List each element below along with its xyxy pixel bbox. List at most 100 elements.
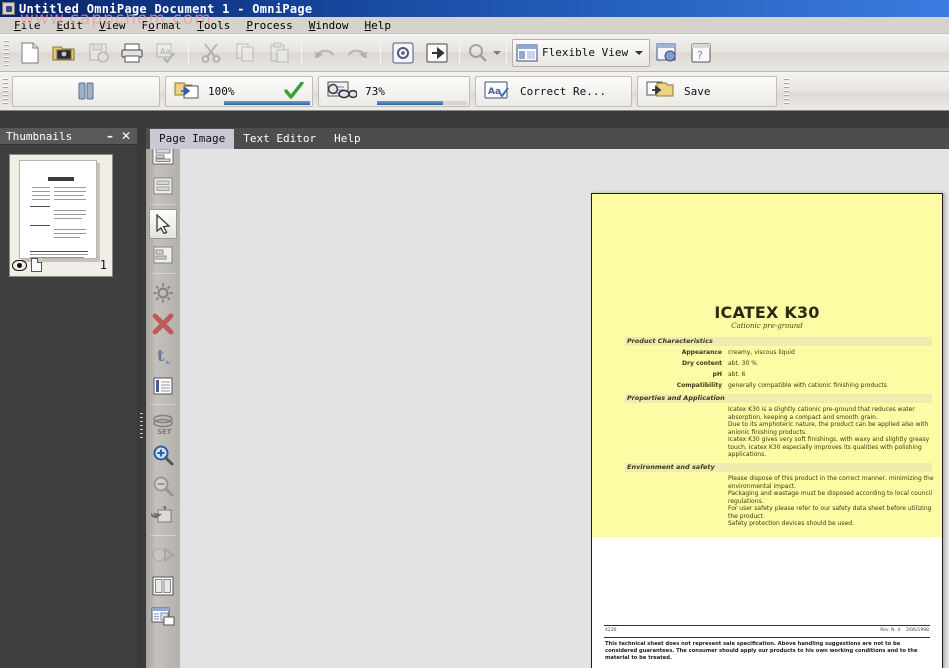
split-view-button[interactable]	[149, 571, 177, 601]
image-tools-toolbar: t SET	[146, 128, 180, 668]
settings-button[interactable]	[386, 38, 420, 68]
zoom-magnifier-icon	[468, 43, 488, 63]
undo-button[interactable]	[307, 38, 341, 68]
thumbnail-list-item[interactable]: 1	[9, 154, 113, 277]
zoom-in-button[interactable]	[149, 440, 177, 470]
menu-item-edit[interactable]: Edit	[49, 17, 92, 34]
menu-item-view[interactable]: View	[91, 17, 134, 34]
delete-zone-button[interactable]	[149, 309, 177, 339]
workflow-step-correct-results[interactable]: Aa Correct Re...	[475, 76, 632, 107]
proofread-icon: Aa	[155, 42, 177, 63]
thumbnails-minimize-button[interactable]: –	[102, 129, 118, 143]
footer-top-rule	[604, 625, 930, 626]
thumbnail-page-preview[interactable]	[19, 160, 97, 259]
menu-item-format[interactable]: Format	[134, 17, 190, 34]
view-tabs: Page Image Text Editor Help	[146, 128, 949, 149]
workspace: Thumbnails – ✕	[0, 128, 949, 668]
menu-item-process[interactable]: Process	[238, 17, 300, 34]
select-pointer-button[interactable]	[149, 209, 177, 239]
thumbnails-close-button[interactable]: ✕	[118, 129, 134, 143]
reorder-zone-button[interactable]: t	[149, 340, 177, 370]
new-document-button[interactable]	[13, 38, 47, 68]
tab-text-editor[interactable]: Text Editor	[234, 129, 325, 149]
zone-settings-gear-icon	[152, 282, 174, 304]
menu-item-file[interactable]: File	[6, 17, 49, 34]
application-window: Untitled OmniPage Document 1 - OmniPage …	[0, 0, 949, 668]
open-document-button[interactable]	[47, 38, 81, 68]
workflow-step-load-files[interactable]: 100%	[165, 76, 313, 107]
property-value-compatibility: generally compatible with cationic finis…	[728, 382, 936, 389]
thumbnail-page-number: 1	[100, 258, 109, 272]
paragraph-safety-3: For user safety please refer to our safe…	[728, 505, 934, 520]
new-document-icon	[20, 42, 40, 64]
footer-revision: Rev. N. 4	[880, 628, 900, 633]
paste-button[interactable]	[262, 38, 296, 68]
property-label-dry-content: Dry content	[625, 360, 722, 367]
save-document-button[interactable]	[81, 38, 115, 68]
section-heading-product-characteristics: Product Characteristics	[625, 337, 932, 346]
panel-splitter[interactable]	[137, 128, 146, 668]
tab-help[interactable]: Help	[325, 129, 370, 149]
flexible-view-label: Flexible View	[542, 46, 628, 59]
workflow-step-perform-ocr[interactable]: 73%	[318, 76, 470, 107]
thumbnails-title: Thumbnails	[6, 130, 102, 143]
zone-settings-button[interactable]	[149, 278, 177, 308]
section-heading-environment-and-safety: Environment and safety	[625, 463, 932, 472]
print-icon	[120, 43, 144, 63]
copy-button[interactable]	[228, 38, 262, 68]
zoom-dropdown-arrow-icon[interactable]	[493, 51, 501, 55]
draw-zone-button[interactable]	[149, 240, 177, 270]
load-files-icon	[174, 80, 200, 102]
zoom-tool-button[interactable]	[465, 38, 491, 68]
paragraph-safety-1: Please dispose of this product in the co…	[728, 475, 934, 490]
toolbar-grip[interactable]	[4, 40, 9, 66]
menu-bar: File Edit View Format Tools Process Wind…	[0, 17, 949, 34]
menu-item-help[interactable]: Help	[357, 17, 400, 34]
open-folder-icon	[52, 43, 76, 63]
property-value-dry-content: abt. 30 %	[728, 360, 936, 367]
zoom-out-button[interactable]	[149, 471, 177, 501]
flexible-view-button[interactable]: Flexible View	[512, 39, 650, 67]
omnipage-app-icon[interactable]	[2, 2, 15, 15]
zone-layout-icon	[152, 176, 174, 196]
thumbnail-view-button[interactable]	[149, 602, 177, 632]
paragraph-safety-2: Packaging and wastage must be disposed a…	[728, 490, 934, 505]
workflow-end-grip[interactable]	[784, 78, 789, 104]
eye-visible-icon[interactable]	[12, 260, 27, 271]
layout-panels-icon	[516, 44, 538, 62]
menu-item-tools[interactable]: Tools	[189, 17, 238, 34]
workflow-pause-panel[interactable]	[12, 76, 160, 107]
table-zone-button[interactable]	[149, 371, 177, 401]
property-value-ph: abt. 6	[728, 371, 936, 378]
tab-page-image[interactable]: Page Image	[150, 129, 234, 149]
rotate-image-icon	[151, 506, 175, 528]
page-image-viewport[interactable]: ICATEX K30 Cationic pre-ground Product C…	[180, 149, 949, 668]
redo-button[interactable]	[341, 38, 375, 68]
workflow-toolbar: 100% 73% Aa Correct Re... Save	[0, 72, 949, 111]
print-button[interactable]	[115, 38, 149, 68]
set-zone-type-button[interactable]: SET	[149, 409, 177, 439]
play-process-button[interactable]	[149, 540, 177, 570]
zoom-in-icon	[152, 444, 174, 466]
split-view-icon	[152, 576, 174, 596]
zone-layout-button[interactable]	[149, 171, 177, 201]
rotate-image-button[interactable]	[149, 502, 177, 532]
footer-revision-date: Rev. N. 4 3/06/1998	[880, 628, 929, 633]
cut-button[interactable]	[194, 38, 228, 68]
save-document-icon	[88, 42, 109, 63]
perform-ocr-progress-bar	[377, 101, 467, 105]
window-title: Untitled OmniPage Document 1 - OmniPage	[19, 2, 312, 16]
workflow-step-save-results[interactable]: Save	[637, 76, 777, 107]
flexible-view-chevron-down-icon[interactable]	[635, 51, 643, 55]
help-button[interactable]: ?	[684, 38, 718, 68]
main-toolbar: Aa	[0, 34, 949, 72]
preview-button[interactable]	[650, 38, 684, 68]
document-subtitle: Cationic pre-ground	[592, 322, 942, 330]
menu-item-window[interactable]: Window	[301, 17, 357, 34]
document-page[interactable]: ICATEX K30 Cationic pre-ground Product C…	[591, 193, 943, 668]
page-sheet-icon[interactable]	[31, 258, 42, 272]
green-check-icon	[284, 82, 304, 100]
export-button[interactable]	[420, 38, 454, 68]
proofread-button[interactable]: Aa	[149, 38, 183, 68]
workflow-grip[interactable]	[3, 78, 8, 104]
